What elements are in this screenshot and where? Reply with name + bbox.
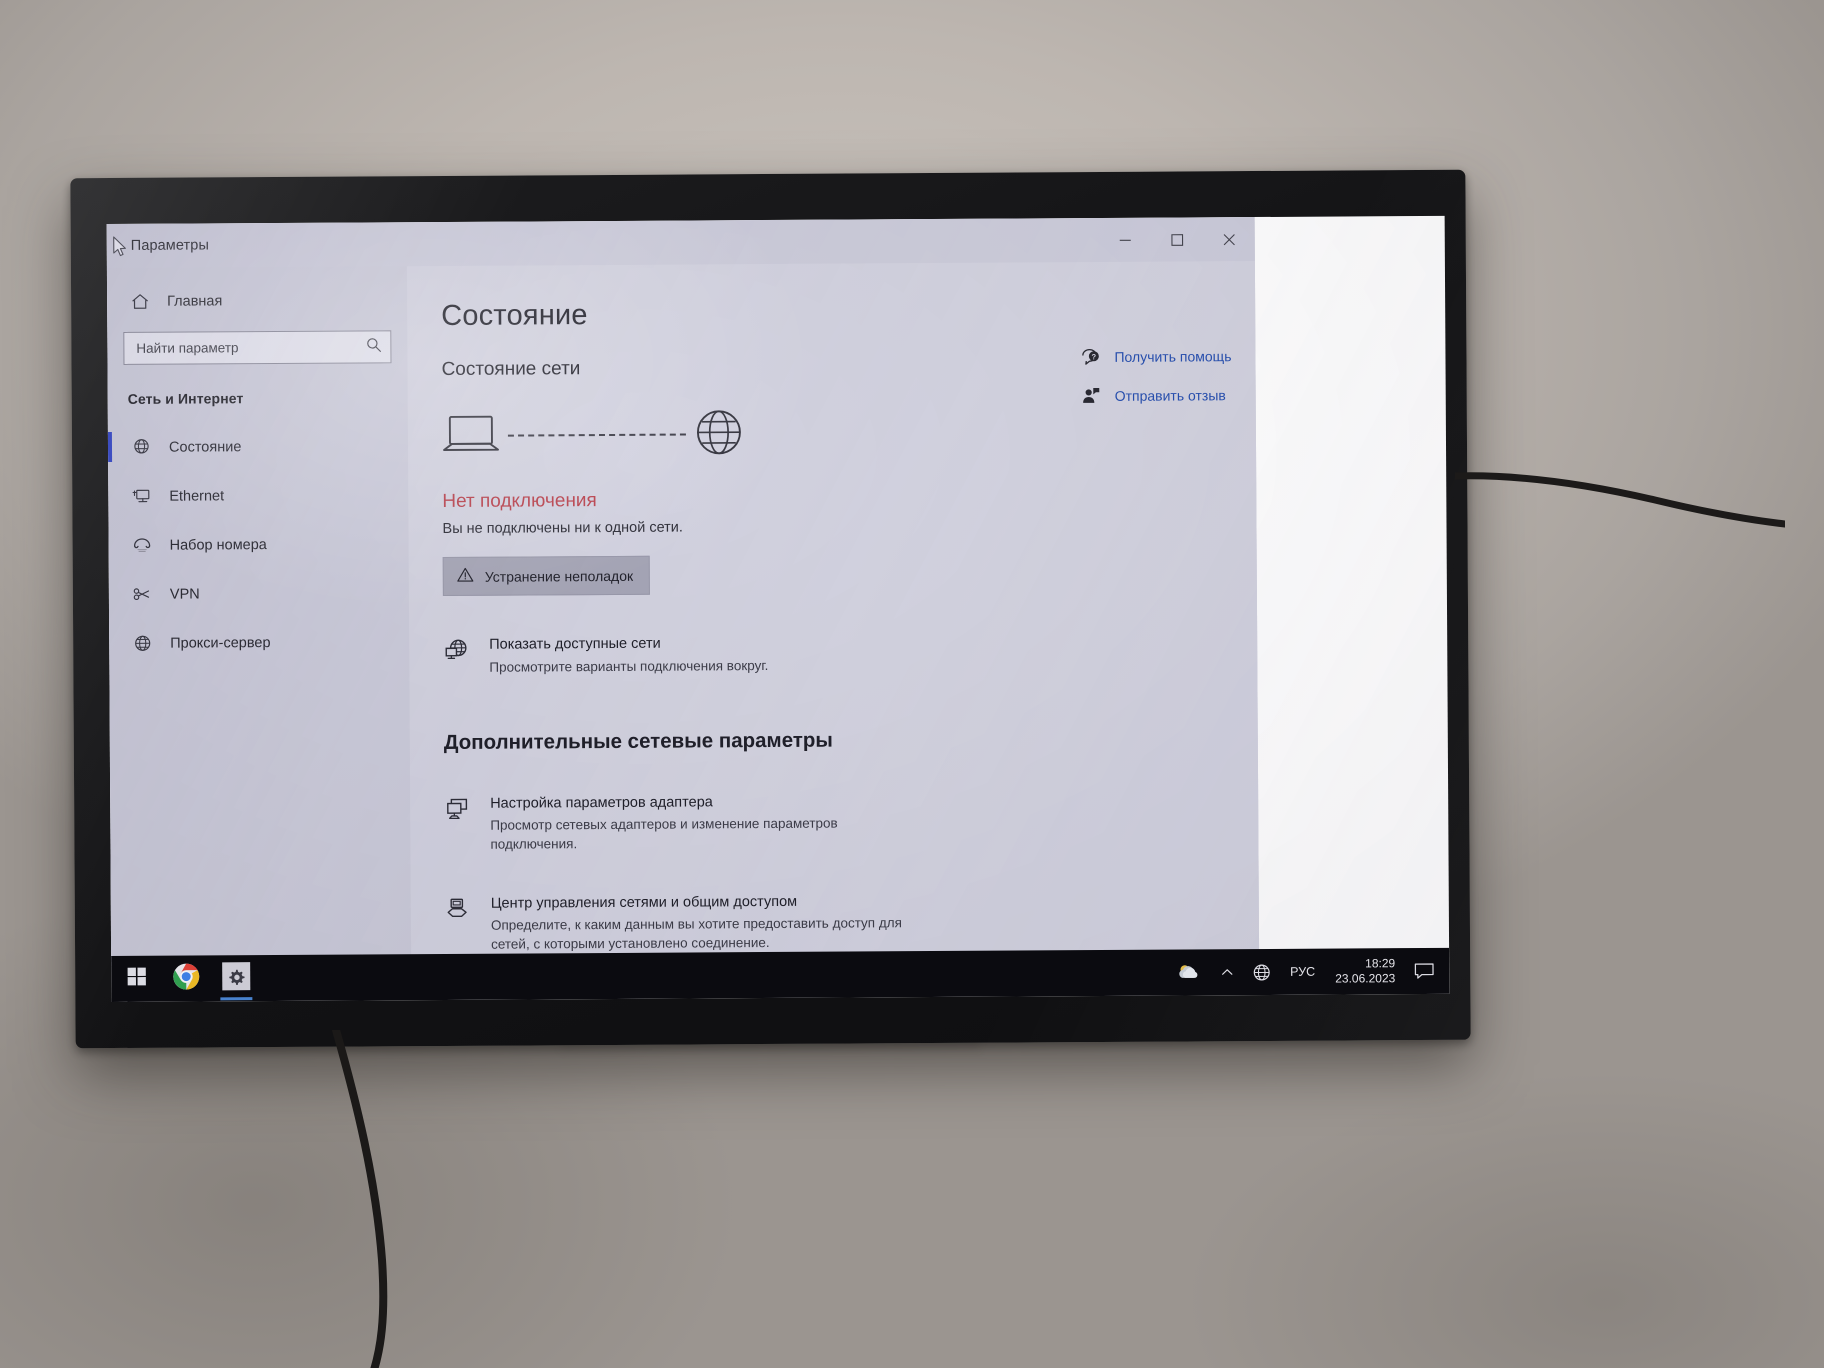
search-placeholder: Найти параметр — [136, 340, 239, 356]
chrome-icon — [172, 962, 200, 995]
settings-window: Параметры Главная Найти параметр Сеть и … — [106, 217, 1260, 967]
network-globe-icon[interactable] — [1243, 949, 1280, 995]
adapter-settings-text: Настройка параметров адаптера Просмотр с… — [490, 792, 920, 855]
chevron-up-icon[interactable] — [1211, 949, 1243, 995]
send-feedback-label: Отправить отзыв — [1114, 387, 1226, 404]
sharing-center-subtitle: Определите, к каким данным вы хотите пре… — [490, 915, 902, 953]
power-cable-bottom — [332, 1030, 388, 1368]
sidebar-item-dialup[interactable]: Набор номера — [108, 519, 408, 570]
sharing-center-title: Центр управления сетями и общим доступом — [490, 893, 798, 912]
minimize-button[interactable] — [1099, 218, 1151, 262]
search-icon — [365, 336, 382, 358]
svg-text:?: ? — [1092, 352, 1097, 361]
sidebar-item-status[interactable]: Состояние — [108, 421, 408, 472]
adapter-icon — [444, 795, 472, 823]
sharing-center-icon — [445, 894, 473, 922]
adapter-settings-subtitle: Просмотр сетевых адаптеров и изменение п… — [490, 815, 838, 853]
connection-status-description: Вы не подключены ни к одной сети. — [442, 519, 683, 538]
taskbar: РУС 18:29 23.06.2023 — [111, 947, 1450, 1003]
taskbar-apps — [111, 955, 261, 1002]
ethernet-icon — [130, 485, 152, 507]
search-input[interactable]: Найти параметр — [123, 330, 392, 365]
clock[interactable]: 18:29 23.06.2023 — [1325, 956, 1405, 986]
available-networks-title: Показать доступные сети — [489, 635, 661, 653]
send-feedback-link[interactable]: Отправить отзыв — [1080, 384, 1232, 407]
right-rail: ? Получить помощь Отправить отзыв — [1079, 345, 1232, 407]
available-networks-icon — [443, 636, 471, 664]
adapter-settings-link[interactable]: Настройка параметров адаптера Просмотр с… — [444, 790, 1228, 855]
settings-gear-icon — [221, 961, 251, 996]
dashed-line — [507, 433, 686, 437]
window-body: Главная Найти параметр Сеть и Интернет С… — [106, 261, 1260, 967]
maximize-button[interactable] — [1151, 217, 1203, 261]
clock-date: 23.06.2023 — [1335, 971, 1396, 986]
feedback-person-icon — [1080, 385, 1102, 407]
show-available-networks[interactable]: Показать доступные сети Просмотрите вари… — [443, 631, 1227, 677]
sidebar-item-vpn[interactable]: VPN — [109, 568, 409, 619]
proxy-globe-icon — [131, 632, 153, 654]
titlebar-left: Параметры — [107, 229, 1099, 256]
weather-cloud-icon[interactable] — [1167, 949, 1211, 995]
sidebar-item-label: Ethernet — [169, 487, 225, 505]
sidebar-section-label: Сеть и Интернет — [127, 390, 244, 407]
vpn-icon — [131, 583, 153, 605]
system-tray: РУС 18:29 23.06.2023 — [1167, 948, 1449, 996]
taskbar-item-settings[interactable] — [211, 955, 261, 1001]
mouse-cursor-icon — [113, 235, 126, 256]
sidebar-item-label: Набор номера — [169, 536, 267, 554]
sidebar-item-label: VPN — [169, 585, 200, 603]
monitor: Параметры Главная Найти параметр Сеть и … — [70, 169, 1471, 1049]
sidebar-nav-list: Состояние Ethernet Набор номера VPN Прок… — [108, 421, 409, 668]
language-indicator[interactable]: РУС — [1280, 965, 1325, 979]
adapter-settings-title: Настройка параметров адаптера — [490, 794, 713, 812]
sidebar-item-label: Состояние — [168, 438, 242, 456]
close-button[interactable] — [1203, 217, 1255, 261]
notification-icon[interactable] — [1405, 948, 1443, 994]
home-icon — [129, 291, 151, 313]
laptop-icon — [442, 411, 500, 460]
warning-triangle-icon — [457, 567, 474, 586]
window-title: Параметры — [130, 237, 210, 254]
screen: Параметры Главная Найти параметр Сеть и … — [106, 215, 1450, 1003]
sidebar-search-wrap: Найти параметр — [107, 330, 407, 365]
start-button[interactable] — [111, 956, 161, 1002]
sidebar-item-home[interactable]: Главная — [107, 280, 407, 322]
globe-icon — [694, 407, 744, 462]
taskbar-item-chrome[interactable] — [161, 955, 211, 1001]
content-pane: Состояние Состояние сети Нет подключения… — [406, 261, 1260, 965]
sidebar-home-label: Главная — [167, 293, 223, 310]
sidebar-item-proxy[interactable]: Прокси-сервер — [109, 617, 409, 668]
windows-start-icon — [127, 967, 146, 991]
sharing-center-text: Центр управления сетями и общим доступом… — [491, 892, 921, 955]
page-title: Состояние — [441, 299, 588, 333]
get-help-link[interactable]: ? Получить помощь — [1079, 345, 1232, 368]
dialup-icon — [131, 534, 153, 556]
troubleshoot-button[interactable]: Устранение неполадок — [442, 555, 651, 597]
available-networks-subtitle: Просмотрите варианты подключения вокруг. — [489, 657, 769, 675]
sidebar-item-label: Прокси-сервер — [170, 634, 271, 652]
globe-status-icon — [130, 436, 152, 458]
clock-time: 18:29 — [1365, 956, 1396, 971]
troubleshoot-label: Устранение неполадок — [484, 567, 634, 585]
help-question-icon: ? — [1079, 346, 1101, 368]
window-controls — [1099, 217, 1255, 262]
network-diagram — [442, 400, 1226, 467]
window-titlebar: Параметры — [106, 217, 1255, 269]
connection-status-title: Нет подключения — [442, 490, 597, 513]
advanced-settings-heading: Дополнительные сетевые параметры — [443, 728, 833, 754]
available-networks-text: Показать доступные сети Просмотрите вари… — [489, 634, 768, 676]
sharing-center-link[interactable]: Центр управления сетями и общим доступом… — [445, 890, 1229, 955]
get-help-label: Получить помощь — [1114, 348, 1232, 365]
sidebar: Главная Найти параметр Сеть и Интернет С… — [106, 266, 412, 967]
power-cable-right — [1455, 472, 1785, 528]
sidebar-item-ethernet[interactable]: Ethernet — [108, 470, 408, 521]
